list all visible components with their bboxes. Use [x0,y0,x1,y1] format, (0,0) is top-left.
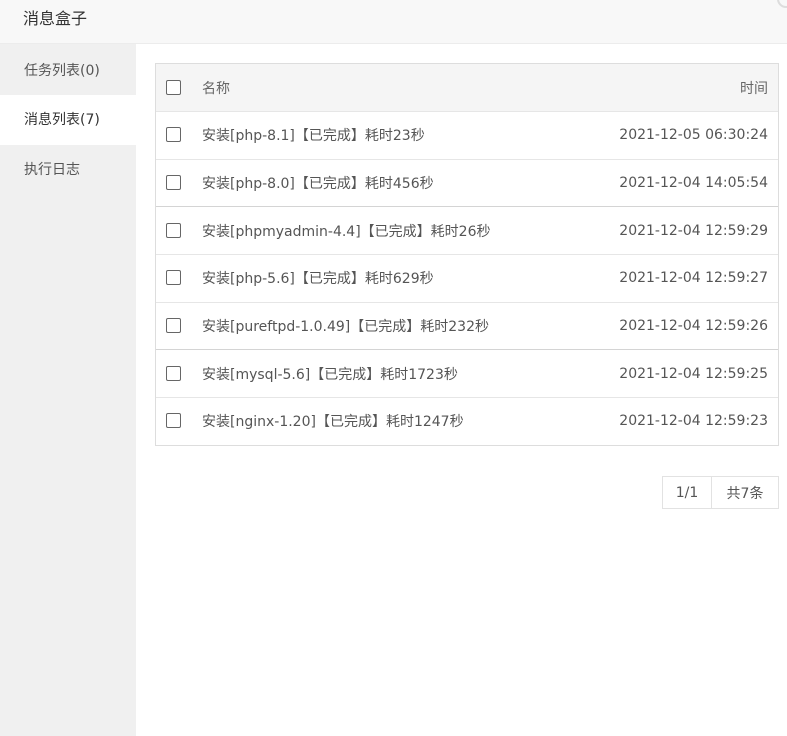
row-checkbox[interactable] [166,318,181,334]
close-icon[interactable] [777,0,787,8]
table-row[interactable]: 安装[pureftpd-1.0.49]【已完成】耗时232秒 2021-12-0… [156,301,778,350]
message-name: 安装[php-8.0]【已完成】耗时456秒 [202,176,434,193]
table-row[interactable]: 安装[phpmyadmin-4.4]【已完成】耗时26秒 2021-12-04 … [156,206,778,254]
row-checkbox[interactable] [166,175,181,191]
message-name: 安装[mysql-5.6]【已完成】耗时1723秒 [202,366,458,383]
table-row[interactable]: 安装[php-8.0]【已完成】耗时456秒 2021-12-04 14:05:… [156,158,778,207]
row-checkbox[interactable] [166,127,181,143]
select-all-checkbox[interactable] [166,79,181,95]
message-name: 安装[nginx-1.20]【已完成】耗时1247秒 [202,414,464,431]
total-count: 共7条 [726,485,764,502]
table-row[interactable]: 安装[php-8.1]【已完成】耗时23秒 2021-12-05 06:30:2… [156,111,778,159]
row-checkbox[interactable] [166,413,181,429]
table-row[interactable]: 安装[mysql-5.6]【已完成】耗时1723秒 2021-12-04 12:… [156,349,778,397]
message-time: 2021-12-05 06:30:24 [619,127,768,144]
message-name: 安装[phpmyadmin-4.4]【已完成】耗时26秒 [202,223,491,240]
sidebar-item-task-list[interactable]: 任务列表(0) [0,46,136,96]
page-indicator[interactable]: 1/1 [663,477,712,508]
window-title: 消息盒子 [23,9,88,28]
row-checkbox[interactable] [166,365,181,381]
message-table: 名称 时间 安装[php-8.1]【已完成】耗时23秒 2021-12-05 0… [155,63,779,446]
message-time: 2021-12-04 12:59:26 [619,318,768,335]
table-row[interactable]: 安装[nginx-1.20]【已完成】耗时1247秒 2021-12-04 12… [156,397,778,445]
sidebar: 任务列表(0) 消息列表(7) 执行日志 [0,44,136,736]
message-name: 安装[php-8.1]【已完成】耗时23秒 [202,128,425,145]
row-checkbox[interactable] [166,270,181,286]
message-time: 2021-12-04 14:05:54 [619,175,768,192]
main-panel: 名称 时间 安装[php-8.1]【已完成】耗时23秒 2021-12-05 0… [136,44,787,736]
message-name: 安装[pureftpd-1.0.49]【已完成】耗时232秒 [202,319,489,336]
column-header-name: 名称 [202,80,230,97]
table-row[interactable]: 安装[php-5.6]【已完成】耗时629秒 2021-12-04 12:59:… [156,254,778,302]
column-header-time: 时间 [740,80,768,97]
pagination: 1/1 共7条 [662,476,779,509]
message-time: 2021-12-04 12:59:29 [619,222,768,239]
sidebar-item-execution-log[interactable]: 执行日志 [0,145,136,195]
message-time: 2021-12-04 12:59:23 [619,413,768,430]
sidebar-item-message-list[interactable]: 消息列表(7) [0,95,136,145]
title-bar: 消息盒子 [0,0,787,44]
message-name: 安装[php-5.6]【已完成】耗时629秒 [202,271,434,288]
table-header: 名称 时间 [156,64,778,111]
message-time: 2021-12-04 12:59:25 [619,365,768,382]
message-time: 2021-12-04 12:59:27 [619,270,768,287]
row-checkbox[interactable] [166,222,181,238]
